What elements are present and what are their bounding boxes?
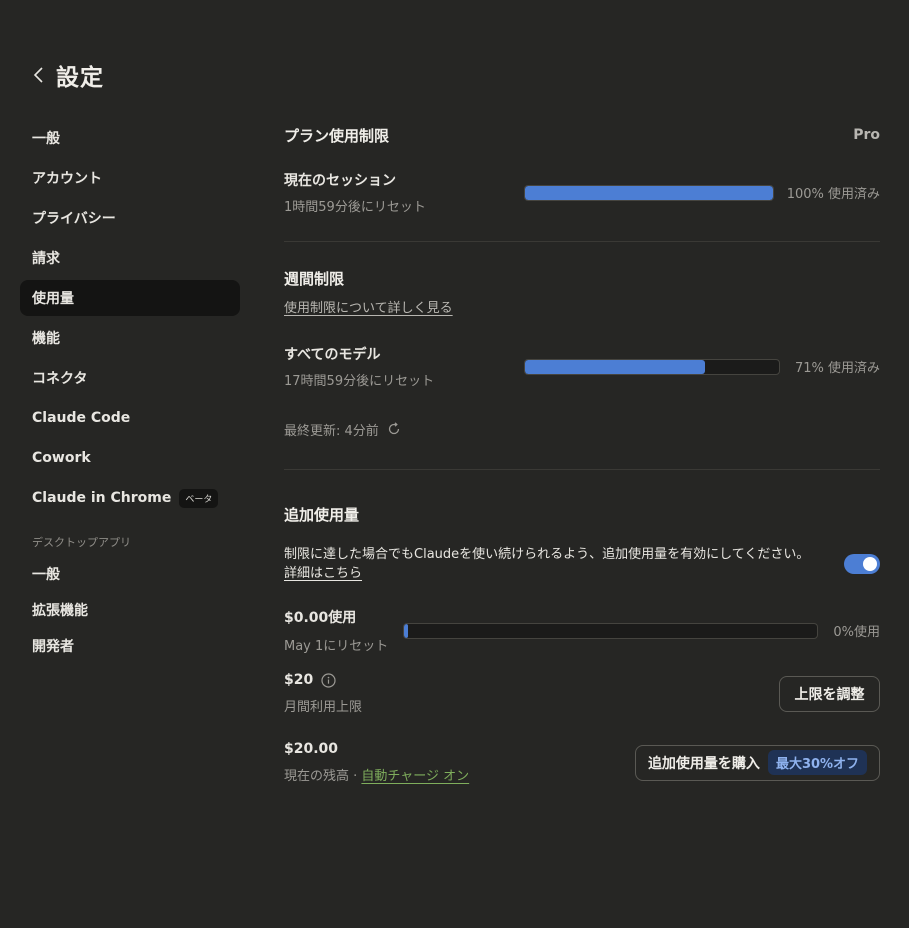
- divider: [284, 469, 880, 470]
- plan-name: Pro: [853, 127, 880, 143]
- weekly-limits-title: 週間制限: [284, 270, 345, 288]
- sidebar-item-label: 一般: [32, 131, 60, 147]
- sidebar-item-label: アカウント: [32, 171, 102, 187]
- sidebar-item-label: 開発者: [32, 639, 74, 655]
- sidebar-item-cowork[interactable]: Cowork: [20, 440, 240, 476]
- settings-header: 設定: [32, 58, 104, 92]
- session-progress-fill: [525, 185, 773, 200]
- adjust-limit-button[interactable]: 上限を調整: [779, 675, 880, 712]
- sidebar-item-billing[interactable]: 請求: [20, 240, 240, 276]
- auto-charge-link[interactable]: 自動チャージ オン: [361, 769, 469, 784]
- sidebar-item-label: Claude Code: [32, 410, 131, 426]
- all-models-progress-fill: [525, 359, 706, 374]
- all-models-percent: 71% 使用済み: [794, 361, 880, 376]
- sidebar-item-account[interactable]: アカウント: [20, 160, 240, 196]
- monthly-limit-row: $20 月間利用上限 上限を調整: [284, 672, 880, 715]
- sidebar-item-label: 機能: [32, 331, 60, 347]
- last-updated: 最終更新: 4分前: [284, 419, 880, 439]
- extra-used-row: $0.00使用 May 1にリセット 0%使用: [284, 607, 880, 654]
- extra-usage-toggle[interactable]: [844, 554, 880, 574]
- balance-label: 現在の残高 ·: [284, 769, 358, 784]
- sidebar-item-label: コネクタ: [32, 371, 88, 387]
- extra-usage-description: 制限に達した場合でもClaudeを使い続けられるよう、追加使用量を有効にしてくだ…: [284, 545, 814, 583]
- session-reset: 1時間59分後にリセット: [284, 200, 426, 215]
- extra-usage-title: 追加使用量: [284, 506, 360, 524]
- plan-limits-title: プラン使用制限: [284, 126, 390, 145]
- learn-more-link[interactable]: 使用制限について詳しく見る: [284, 301, 453, 316]
- extra-used-amount: $0.00使用: [284, 610, 357, 626]
- sidebar-item-desktop-general[interactable]: 一般: [20, 558, 240, 590]
- plan-limits-header: プラン使用制限 Pro: [284, 122, 880, 148]
- divider: [284, 241, 880, 242]
- refresh-icon[interactable]: [387, 422, 401, 436]
- buy-extra-usage-label: 追加使用量を購入: [647, 755, 760, 772]
- session-percent: 100% 使用済み: [786, 187, 880, 202]
- sidebar-item-connectors[interactable]: コネクタ: [20, 360, 240, 396]
- sidebar-item-label: 請求: [32, 251, 60, 267]
- balance-amount: $20.00: [284, 741, 339, 757]
- balance-row: $20.00 現在の残高 · 自動チャージ オン 追加使用量を購入 最大30%オ…: [284, 741, 880, 784]
- sidebar-item-usage[interactable]: 使用量: [20, 280, 240, 316]
- sidebar-item-privacy[interactable]: プライバシー: [20, 200, 240, 236]
- balance-info: 現在の残高 · 自動チャージ オン: [284, 765, 469, 784]
- all-models-progress-bar: [524, 358, 780, 375]
- sidebar-item-label: Cowork: [32, 450, 91, 466]
- buy-extra-usage-button[interactable]: 追加使用量を購入 最大30%オフ: [635, 744, 880, 781]
- extra-used-progress-bar: [403, 622, 818, 639]
- session-usage-row: 現在のセッション 1時間59分後にリセット 100% 使用済み: [284, 170, 880, 215]
- beta-badge: ベータ: [179, 488, 219, 508]
- discount-badge: 最大30%オフ: [767, 750, 868, 775]
- all-models-label: すべてのモデル: [284, 347, 381, 363]
- details-link[interactable]: 詳細はこちら: [284, 566, 362, 581]
- sidebar-item-label: 一般: [32, 567, 60, 583]
- sidebar-item-general[interactable]: 一般: [20, 120, 240, 156]
- sidebar-item-claude-in-chrome[interactable]: Claude in Chrome ベータ: [20, 480, 240, 516]
- extra-used-percent: 0%使用: [833, 625, 880, 640]
- toggle-knob: [863, 557, 877, 571]
- last-updated-text: 最終更新: 4分前: [284, 423, 379, 439]
- sidebar-item-developer[interactable]: 開発者: [20, 630, 240, 662]
- sidebar-item-label: Claude in Chrome: [32, 490, 172, 506]
- extra-usage-description-text: 制限に達した場合でもClaudeを使い続けられるよう、追加使用量を有効にしてくだ…: [284, 547, 810, 562]
- page-title: 設定: [56, 65, 104, 91]
- all-models-usage-row: すべてのモデル 17時間59分後にリセット 71% 使用済み: [284, 344, 880, 389]
- all-models-reset: 17時間59分後にリセット: [284, 374, 435, 389]
- extra-usage-toggle-row: 制限に達した場合でもClaudeを使い続けられるよう、追加使用量を有効にしてくだ…: [284, 545, 880, 583]
- session-progress-bar: [524, 184, 774, 201]
- sidebar-item-features[interactable]: 機能: [20, 320, 240, 356]
- monthly-limit-amount: $20: [284, 672, 314, 688]
- extra-used-progress-fill: [404, 623, 409, 638]
- sidebar-item-extensions[interactable]: 拡張機能: [20, 594, 240, 626]
- extra-used-reset: May 1にリセット: [284, 639, 389, 654]
- usage-panel: プラン使用制限 Pro 現在のセッション 1時間59分後にリセット 100% 使…: [284, 122, 880, 784]
- sidebar-item-label: 使用量: [32, 291, 74, 307]
- sidebar-item-claude-code[interactable]: Claude Code: [20, 400, 240, 436]
- sidebar-item-label: プライバシー: [32, 211, 116, 227]
- monthly-limit-label: 月間利用上限: [284, 700, 363, 715]
- chevron-left-icon[interactable]: [32, 65, 46, 85]
- sidebar-item-label: 拡張機能: [32, 603, 88, 619]
- info-icon[interactable]: [321, 672, 336, 688]
- session-label: 現在のセッション: [284, 173, 396, 189]
- desktop-section-label: デスクトップアプリ: [32, 536, 131, 549]
- settings-sidebar: 一般 アカウント プライバシー 請求 使用量 機能 コネクタ Claude Co…: [20, 120, 240, 666]
